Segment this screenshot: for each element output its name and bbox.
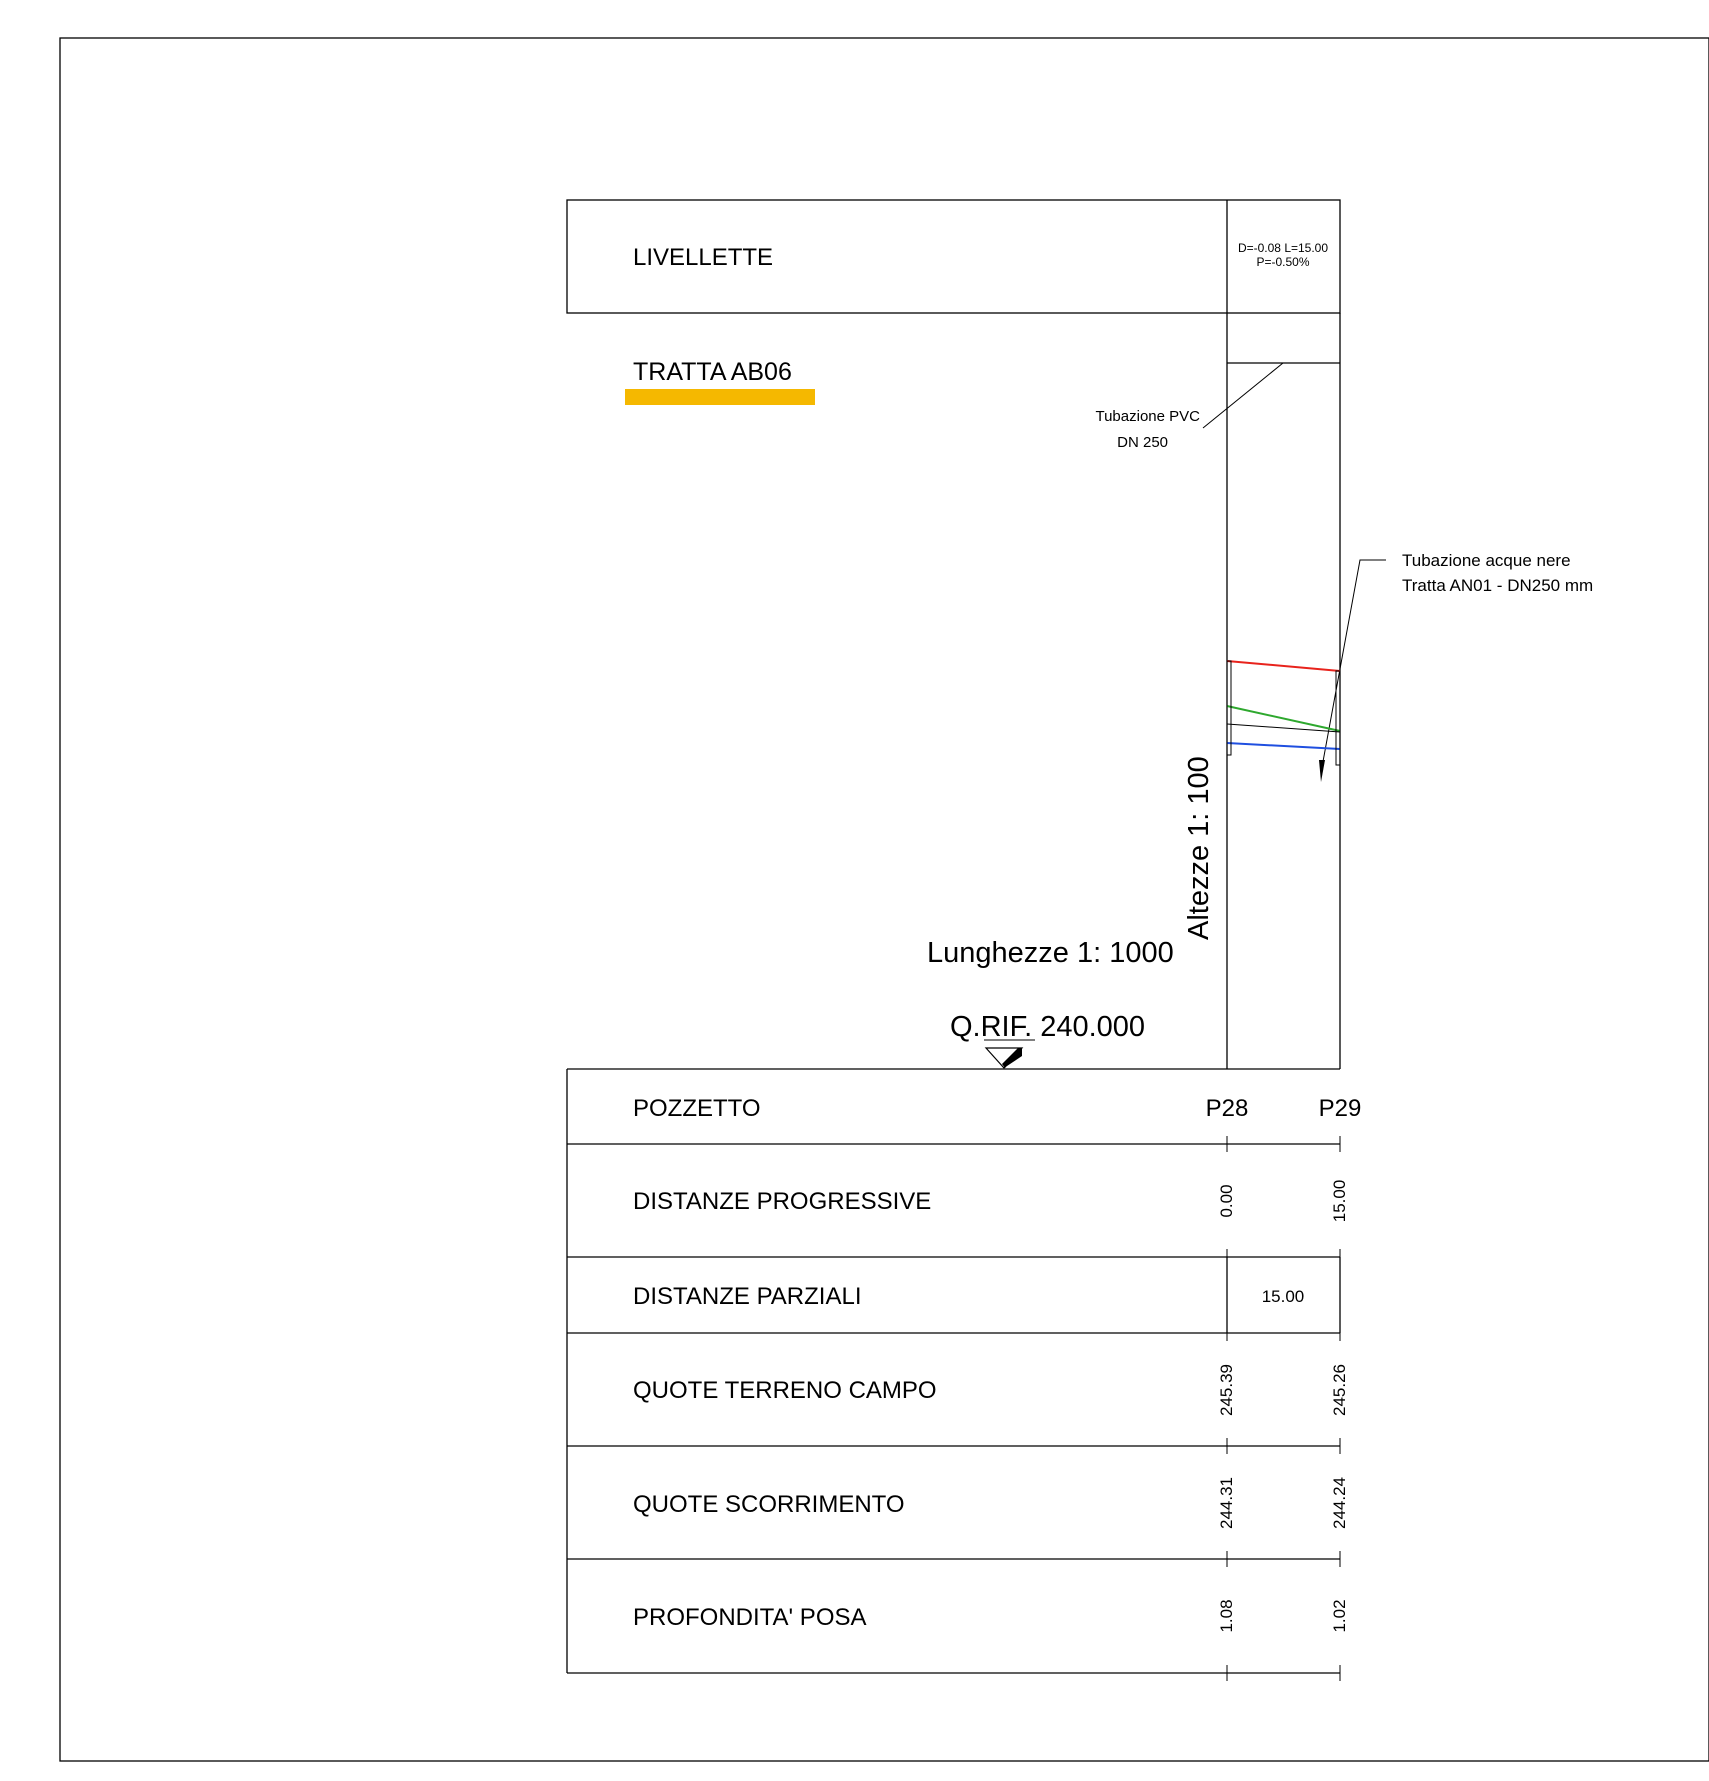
reference-level: Q.RIF. 240.000 (950, 1011, 1145, 1069)
terrain-line (1226, 660, 1341, 672)
pozzetto-p29: P29 (1319, 1095, 1362, 1122)
terreno-p28: 245.39 (1217, 1364, 1236, 1416)
row-label-quote-scorrimento: QUOTE SCORRIMENTO (633, 1491, 905, 1518)
tratta-highlight-bar (625, 389, 815, 405)
row-label-distanze-progressive: DISTANZE PROGRESSIVE (633, 1188, 931, 1215)
livellette-value-line1: D=-0.08 L=15.00 (1238, 241, 1328, 255)
pipe-pvc-line1: Tubazione PVC (1095, 408, 1200, 425)
pipe-pvc-annotation: Tubazione PVC DN 250 (1095, 362, 1284, 451)
progressive-p29: 15.00 (1330, 1180, 1349, 1223)
pipe-acque-annotation: Tubazione acque nere Tratta AN01 - DN250… (1319, 551, 1593, 782)
pozzetto-p28: P28 (1206, 1095, 1249, 1122)
livellette-band: LIVELLETTE D=-0.08 L=15.00 P=-0.50% (566, 199, 1341, 314)
row-label-quote-terreno: QUOTE TERRENO CAMPO (633, 1377, 937, 1404)
profile-lines (1226, 660, 1341, 766)
row-label-pozzetto: POZZETTO (633, 1095, 761, 1122)
profondita-p29: 1.02 (1330, 1599, 1349, 1632)
heights-scale: Altezze 1: 100 (1183, 756, 1215, 940)
green-line (1226, 705, 1341, 732)
profondita-p28: 1.08 (1217, 1599, 1236, 1632)
scorrimento-p28: 244.31 (1217, 1477, 1236, 1529)
tratta-title-group: TRATTA AB06 (625, 358, 815, 405)
row-label-distanze-parziali: DISTANZE PARZIALI (633, 1283, 861, 1310)
terreno-p29: 245.26 (1330, 1364, 1349, 1416)
livellette-value-line2: P=-0.50% (1256, 255, 1309, 269)
livellette-label: LIVELLETTE (633, 244, 773, 271)
tratta-title: TRATTA AB06 (633, 358, 792, 386)
pipe-acque-line1: Tubazione acque nere (1402, 551, 1571, 570)
blue-line (1226, 742, 1341, 750)
pipe-acque-line2: Tratta AN01 - DN250 mm (1402, 576, 1593, 595)
progressive-p28: 0.00 (1217, 1184, 1236, 1217)
lengths-scale: Lunghezze 1: 1000 (927, 937, 1174, 969)
row-label-profondita: PROFONDITA' POSA (633, 1604, 867, 1631)
parziali-value: 15.00 (1262, 1287, 1305, 1306)
scorrimento-p29: 244.24 (1330, 1477, 1349, 1529)
reference-level-label: Q.RIF. 240.000 (950, 1011, 1145, 1043)
pipe-pvc-line2: DN 250 (1117, 434, 1168, 451)
profile-table: POZZETTO DISTANZE PROGRESSIVE DISTANZE P… (566, 1068, 1362, 1681)
profile-drawing-sheet: LIVELLETTE D=-0.08 L=15.00 P=-0.50% TRAT… (59, 37, 1709, 1762)
profile-column (1226, 313, 1341, 1069)
